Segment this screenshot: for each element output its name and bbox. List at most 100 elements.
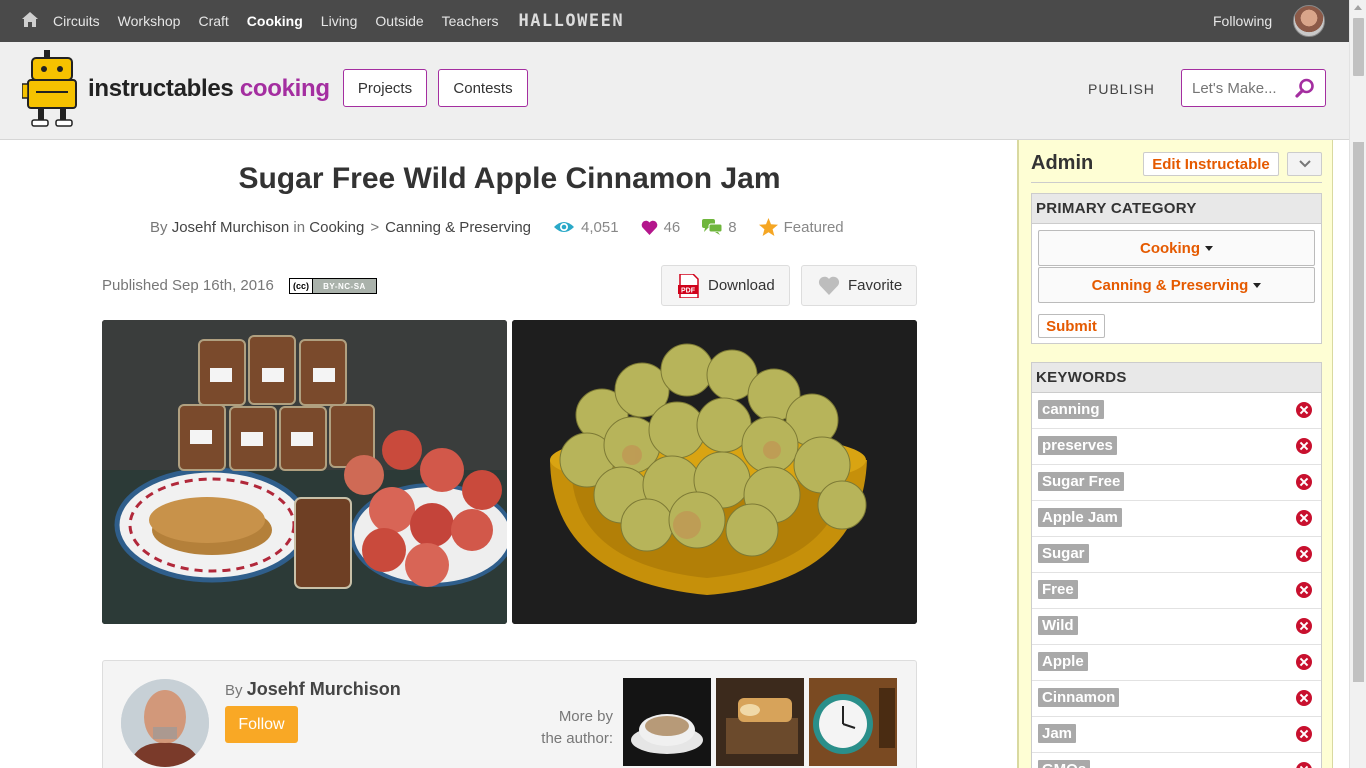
edit-instructable-button[interactable]: Edit Instructable xyxy=(1143,152,1279,176)
nav-workshop[interactable]: Workshop xyxy=(118,13,181,29)
published-date: Published Sep 16th, 2016 xyxy=(102,277,274,294)
nav-teachers[interactable]: Teachers xyxy=(442,13,499,29)
category-link[interactable]: Cooking xyxy=(309,219,364,236)
logo-main: instructables xyxy=(88,75,234,102)
comments-count: 8 xyxy=(728,218,737,236)
author-link[interactable]: Josehf Murchison xyxy=(172,219,290,236)
views-count: 4,051 xyxy=(581,218,619,236)
admin-panel: Admin Edit Instructable PRIMARY CATEGORY… xyxy=(1017,140,1333,768)
following-link[interactable]: Following xyxy=(1213,13,1272,29)
byline-by: By xyxy=(150,218,168,236)
page-scrollbar[interactable] xyxy=(1349,0,1366,768)
heart-outline-icon xyxy=(818,276,840,295)
favorite-button[interactable]: Favorite xyxy=(801,265,917,306)
favorites-stat: 46 xyxy=(641,218,681,236)
more-by-line1: More by xyxy=(558,708,613,725)
category-dropdown[interactable]: Cooking xyxy=(1038,230,1315,266)
instructables-robot-logo-icon[interactable] xyxy=(22,50,84,130)
author-by-line: By Josehf Murchison xyxy=(225,679,401,700)
remove-keyword-icon[interactable] xyxy=(1296,618,1312,634)
primary-category-header: PRIMARY CATEGORY xyxy=(1032,194,1321,224)
keyword-row: Sugar Free xyxy=(1032,465,1321,501)
caret-down-icon xyxy=(1253,282,1262,288)
admin-menu-toggle[interactable] xyxy=(1287,152,1322,176)
site-header: instructables cooking Projects Contests … xyxy=(0,42,1349,140)
search-icon[interactable] xyxy=(1295,78,1315,98)
nav-circuits[interactable]: Circuits xyxy=(53,13,100,29)
remove-keyword-icon[interactable] xyxy=(1296,582,1312,598)
user-avatar[interactable] xyxy=(1293,5,1325,37)
scroll-up-arrow-icon[interactable] xyxy=(1354,5,1362,10)
projects-button[interactable]: Projects xyxy=(343,69,427,107)
author-avatar-image xyxy=(121,679,209,767)
photo-apples-in-bowl[interactable] xyxy=(512,320,917,624)
search-box xyxy=(1181,69,1326,107)
byline-in: in xyxy=(293,218,306,236)
author-by-label: By xyxy=(225,682,243,699)
keyword-tag: Apple xyxy=(1038,652,1088,671)
favorites-count: 46 xyxy=(663,218,681,236)
keyword-tag: Jam xyxy=(1038,724,1077,743)
admin-divider xyxy=(1031,182,1322,183)
remove-keyword-icon[interactable] xyxy=(1296,690,1312,706)
keyword-tag: Apple Jam xyxy=(1038,508,1122,527)
remove-keyword-icon[interactable] xyxy=(1296,762,1312,768)
remove-keyword-icon[interactable] xyxy=(1296,654,1312,670)
favorite-label: Favorite xyxy=(848,277,903,294)
photo-jam-jars-pancakes[interactable] xyxy=(102,320,507,624)
site-logo-text[interactable]: instructables cooking xyxy=(88,75,330,103)
keyword-row: preserves xyxy=(1032,429,1321,465)
primary-category-panel: PRIMARY CATEGORY Cooking Canning & Prese… xyxy=(1031,193,1322,344)
svg-text:PDF: PDF xyxy=(681,287,696,294)
author-project-thumbnail-1[interactable] xyxy=(623,678,711,766)
author-project-thumbnail-3[interactable] xyxy=(809,678,897,766)
search-input[interactable] xyxy=(1182,70,1290,106)
author-avatar[interactable] xyxy=(121,679,209,767)
submit-category-button[interactable]: Submit xyxy=(1038,314,1105,338)
keyword-tag: Sugar xyxy=(1038,544,1089,563)
byline: By Josehf Murchison in Cooking > Canning… xyxy=(150,218,844,236)
nav-living[interactable]: Living xyxy=(321,13,358,29)
remove-keyword-icon[interactable] xyxy=(1296,510,1312,526)
publish-link[interactable]: PUBLISH xyxy=(1088,81,1155,97)
contests-button[interactable]: Contests xyxy=(438,69,528,107)
thumbnail-clock-image xyxy=(809,678,897,766)
nav-halloween[interactable]: HALLOWEEN xyxy=(518,11,624,31)
author-box: By Josehf Murchison Follow More by the a… xyxy=(102,660,917,768)
keyword-row: Apple xyxy=(1032,645,1321,681)
scrollbar-track-fill[interactable] xyxy=(1353,142,1364,682)
logo-accent: cooking xyxy=(239,75,330,102)
more-by-author-label: More by the author: xyxy=(523,706,613,750)
more-by-line2: the author: xyxy=(541,730,613,747)
top-nav: Circuits Workshop Craft Cooking Living O… xyxy=(0,0,1349,42)
author-project-thumbnail-2[interactable] xyxy=(716,678,804,766)
featured-badge: Featured xyxy=(758,218,844,236)
subcategory-link[interactable]: Canning & Preserving xyxy=(385,219,531,236)
download-button[interactable]: PDF Download xyxy=(661,265,790,306)
follow-button[interactable]: Follow xyxy=(225,706,298,743)
photo-jam-jars-image xyxy=(102,320,507,624)
subcategory-dropdown[interactable]: Canning & Preserving xyxy=(1038,267,1315,303)
keywords-panel: KEYWORDS canning preserves Sugar Free Ap… xyxy=(1031,362,1322,768)
remove-keyword-icon[interactable] xyxy=(1296,402,1312,418)
nav-craft[interactable]: Craft xyxy=(198,13,228,29)
author-name-link[interactable]: Josehf Murchison xyxy=(247,679,401,699)
remove-keyword-icon[interactable] xyxy=(1296,726,1312,742)
comments-stat: 8 xyxy=(702,218,737,236)
remove-keyword-icon[interactable] xyxy=(1296,474,1312,490)
scrollbar-thumb[interactable] xyxy=(1353,18,1364,76)
admin-title: Admin xyxy=(1031,152,1094,174)
remove-keyword-icon[interactable] xyxy=(1296,438,1312,454)
nav-outside[interactable]: Outside xyxy=(375,13,423,29)
download-label: Download xyxy=(708,277,775,294)
keyword-row: Sugar xyxy=(1032,537,1321,573)
page-title: Sugar Free Wild Apple Cinnamon Jam xyxy=(238,162,781,195)
nav-cooking[interactable]: Cooking xyxy=(247,13,303,29)
heart-icon xyxy=(641,220,657,235)
license-badge[interactable]: (cc) BY-NC-SA xyxy=(289,278,377,294)
comments-icon xyxy=(702,219,723,235)
keyword-tag: canning xyxy=(1038,400,1104,419)
remove-keyword-icon[interactable] xyxy=(1296,546,1312,562)
home-icon[interactable] xyxy=(21,11,39,29)
keyword-tag: GMOs xyxy=(1038,760,1091,768)
